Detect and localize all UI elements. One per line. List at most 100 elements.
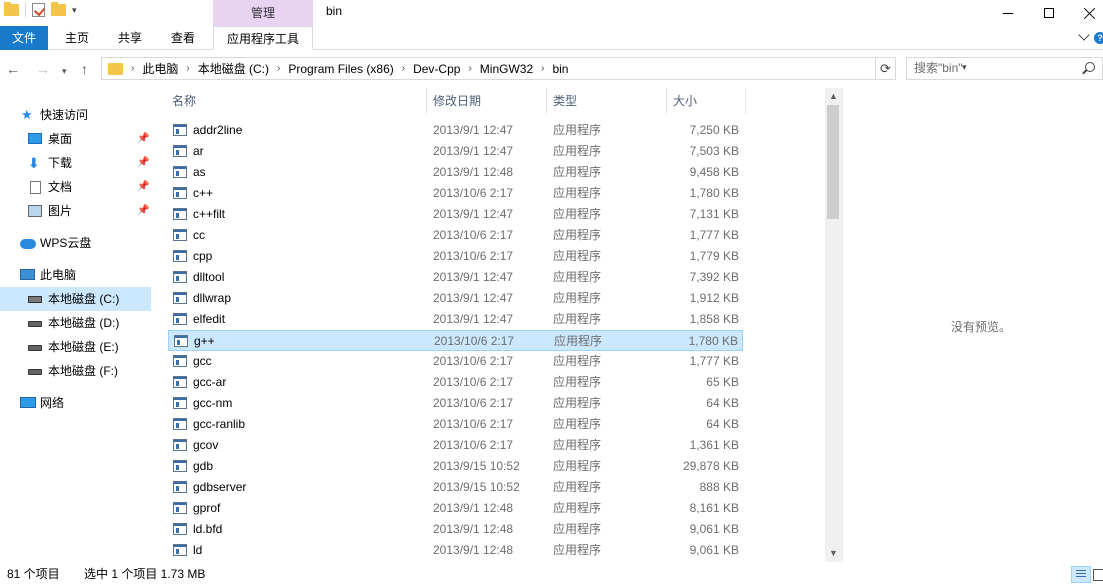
- file-name: as: [193, 165, 206, 179]
- details-view-icon[interactable]: [1071, 566, 1091, 583]
- file-name: g++: [194, 334, 215, 348]
- column-header-name[interactable]: 名称: [172, 88, 196, 114]
- breadcrumb-chevron-icon[interactable]: ›: [277, 63, 280, 74]
- file-size: 64 KB: [706, 396, 739, 410]
- large-icons-view-icon[interactable]: [1093, 567, 1103, 582]
- breadcrumb-this-pc[interactable]: 此电脑: [142, 60, 178, 77]
- column-header-type[interactable]: 类型: [553, 88, 577, 114]
- tab-application-tools[interactable]: 应用程序工具: [213, 26, 313, 50]
- tab-view[interactable]: 查看: [160, 26, 206, 50]
- file-row[interactable]: as 2013/9/1 12:48 应用程序 9,458 KB: [168, 162, 743, 183]
- pin-icon[interactable]: 📌: [137, 127, 149, 151]
- file-type: 应用程序: [553, 270, 602, 284]
- file-size: 9,061 KB: [689, 522, 739, 536]
- scrollbar-thumb[interactable]: [827, 105, 839, 219]
- search-input[interactable]: 搜索"bin": [906, 57, 1103, 80]
- sidebar-item-pictures[interactable]: 图片 📌: [0, 199, 151, 223]
- file-row[interactable]: dllwrap 2013/9/1 12:47 应用程序 1,912 KB: [168, 288, 743, 309]
- sidebar-item-desktop[interactable]: 桌面 📌: [0, 127, 151, 151]
- recent-locations-chevron-icon[interactable]: ▾: [62, 64, 67, 78]
- maximize-button[interactable]: [1026, 0, 1072, 26]
- file-date: 2013/10/6 2:17: [433, 354, 514, 368]
- file-row[interactable]: ar 2013/9/1 12:47 应用程序 7,503 KB: [168, 141, 743, 162]
- file-row[interactable]: elfedit 2013/9/1 12:47 应用程序 1,858 KB: [168, 309, 743, 330]
- column-divider[interactable]: [745, 88, 746, 114]
- file-row[interactable]: gcc-nm 2013/10/6 2:17 应用程序 64 KB: [168, 393, 743, 414]
- vertical-scrollbar[interactable]: ▲ ▼: [825, 88, 842, 562]
- file-row[interactable]: gprof 2013/9/1 12:48 应用程序 8,161 KB: [168, 498, 743, 519]
- breadcrumb-dev-cpp[interactable]: Dev-Cpp: [413, 62, 460, 76]
- pin-icon[interactable]: 📌: [137, 199, 149, 223]
- pin-icon[interactable]: 📌: [137, 151, 149, 175]
- file-type: 应用程序: [553, 312, 602, 326]
- file-row[interactable]: addr2line 2013/9/1 12:47 应用程序 7,250 KB: [168, 120, 743, 141]
- maximize-icon: [1044, 8, 1054, 18]
- application-icon: [173, 124, 187, 136]
- file-row[interactable]: gcc 2013/10/6 2:17 应用程序 1,777 KB: [168, 351, 743, 372]
- new-folder-icon[interactable]: [51, 2, 66, 16]
- refresh-button[interactable]: ⟳: [876, 57, 896, 80]
- file-row[interactable]: dlltool 2013/9/1 12:47 应用程序 7,392 KB: [168, 267, 743, 288]
- desktop-icon: [28, 133, 42, 144]
- help-icon[interactable]: ?: [1094, 32, 1103, 44]
- breadcrumb-program-files[interactable]: Program Files (x86): [288, 62, 393, 76]
- application-icon: [173, 145, 187, 157]
- close-button[interactable]: [1067, 0, 1103, 26]
- column-divider[interactable]: [546, 88, 547, 114]
- file-row[interactable]: ld.bfd 2013/9/1 12:48 应用程序 9,061 KB: [168, 519, 743, 540]
- breadcrumb-drive-c[interactable]: 本地磁盘 (C:): [198, 60, 269, 77]
- tab-share[interactable]: 共享: [108, 26, 152, 50]
- sidebar-item-drive-d[interactable]: 本地磁盘 (D:): [0, 311, 151, 335]
- file-row[interactable]: ld 2013/9/1 12:48 应用程序 9,061 KB: [168, 540, 743, 561]
- breadcrumb-chevron-icon[interactable]: ›: [468, 63, 471, 74]
- file-row[interactable]: g++ 2013/10/6 2:17 应用程序 1,780 KB: [168, 330, 743, 351]
- breadcrumb-chevron-icon[interactable]: ›: [186, 63, 189, 74]
- column-divider[interactable]: [426, 88, 427, 114]
- file-date: 2013/9/1 12:47: [433, 312, 514, 326]
- sidebar-item-downloads[interactable]: ⬇ 下载 📌: [0, 151, 151, 175]
- sidebar-item-wps-cloud[interactable]: WPS云盘: [0, 231, 151, 255]
- file-row[interactable]: gdb 2013/9/15 10:52 应用程序 29,878 KB: [168, 456, 743, 477]
- file-row[interactable]: cc 2013/10/6 2:17 应用程序 1,777 KB: [168, 225, 743, 246]
- scroll-down-arrow-icon[interactable]: ▼: [825, 545, 842, 562]
- breadcrumb-mingw32[interactable]: MinGW32: [480, 62, 533, 76]
- search-icon[interactable]: [1085, 62, 1095, 72]
- column-divider[interactable]: [666, 88, 667, 114]
- file-size: 7,250 KB: [689, 123, 739, 137]
- breadcrumb-bin[interactable]: bin: [552, 62, 568, 76]
- forward-arrow-icon[interactable]: →: [36, 62, 50, 76]
- column-header-size[interactable]: 大小: [673, 88, 697, 114]
- back-arrow-icon[interactable]: ←: [6, 62, 20, 76]
- address-bar[interactable]: › 此电脑 › 本地磁盘 (C:) › Program Files (x86) …: [101, 57, 967, 80]
- column-header-date[interactable]: 修改日期: [433, 88, 481, 114]
- breadcrumb-chevron-icon[interactable]: ›: [541, 63, 544, 74]
- folder-icon[interactable]: [4, 2, 19, 16]
- minimize-button[interactable]: [985, 0, 1031, 26]
- properties-icon[interactable]: [32, 3, 45, 17]
- file-row[interactable]: c++ 2013/10/6 2:17 应用程序 1,780 KB: [168, 183, 743, 204]
- tab-home[interactable]: 主页: [55, 26, 99, 50]
- file-type: 应用程序: [553, 144, 602, 158]
- file-row[interactable]: gdbserver 2013/9/15 10:52 应用程序 888 KB: [168, 477, 743, 498]
- sidebar-item-documents[interactable]: 文档 📌: [0, 175, 151, 199]
- file-row[interactable]: cpp 2013/10/6 2:17 应用程序 1,779 KB: [168, 246, 743, 267]
- file-row[interactable]: gcc-ar 2013/10/6 2:17 应用程序 65 KB: [168, 372, 743, 393]
- breadcrumb-chevron-icon[interactable]: ›: [402, 63, 405, 74]
- customize-toolbar-dropdown-icon[interactable]: ▾: [72, 5, 77, 16]
- sidebar-item-drive-e[interactable]: 本地磁盘 (E:): [0, 335, 151, 359]
- scroll-up-arrow-icon[interactable]: ▲: [825, 88, 842, 105]
- sidebar-item-drive-c[interactable]: 本地磁盘 (C:): [0, 287, 151, 311]
- file-row[interactable]: gcov 2013/10/6 2:17 应用程序 1,361 KB: [168, 435, 743, 456]
- sidebar-item-quick-access[interactable]: ★ 快速访问: [0, 103, 151, 127]
- file-row[interactable]: c++filt 2013/9/1 12:47 应用程序 7,131 KB: [168, 204, 743, 225]
- pin-icon[interactable]: 📌: [137, 175, 149, 199]
- application-icon: [173, 439, 187, 451]
- expand-ribbon-chevron-icon[interactable]: [1078, 29, 1090, 41]
- sidebar-item-drive-f[interactable]: 本地磁盘 (F:): [0, 359, 151, 383]
- sidebar-item-network[interactable]: 网络: [0, 391, 151, 415]
- tab-file[interactable]: 文件: [0, 26, 48, 50]
- file-row[interactable]: gcc-ranlib 2013/10/6 2:17 应用程序 64 KB: [168, 414, 743, 435]
- sidebar-item-this-pc[interactable]: 此电脑: [0, 263, 151, 287]
- breadcrumb-chevron-icon[interactable]: ›: [131, 63, 134, 74]
- up-arrow-icon[interactable]: ↑: [81, 62, 88, 76]
